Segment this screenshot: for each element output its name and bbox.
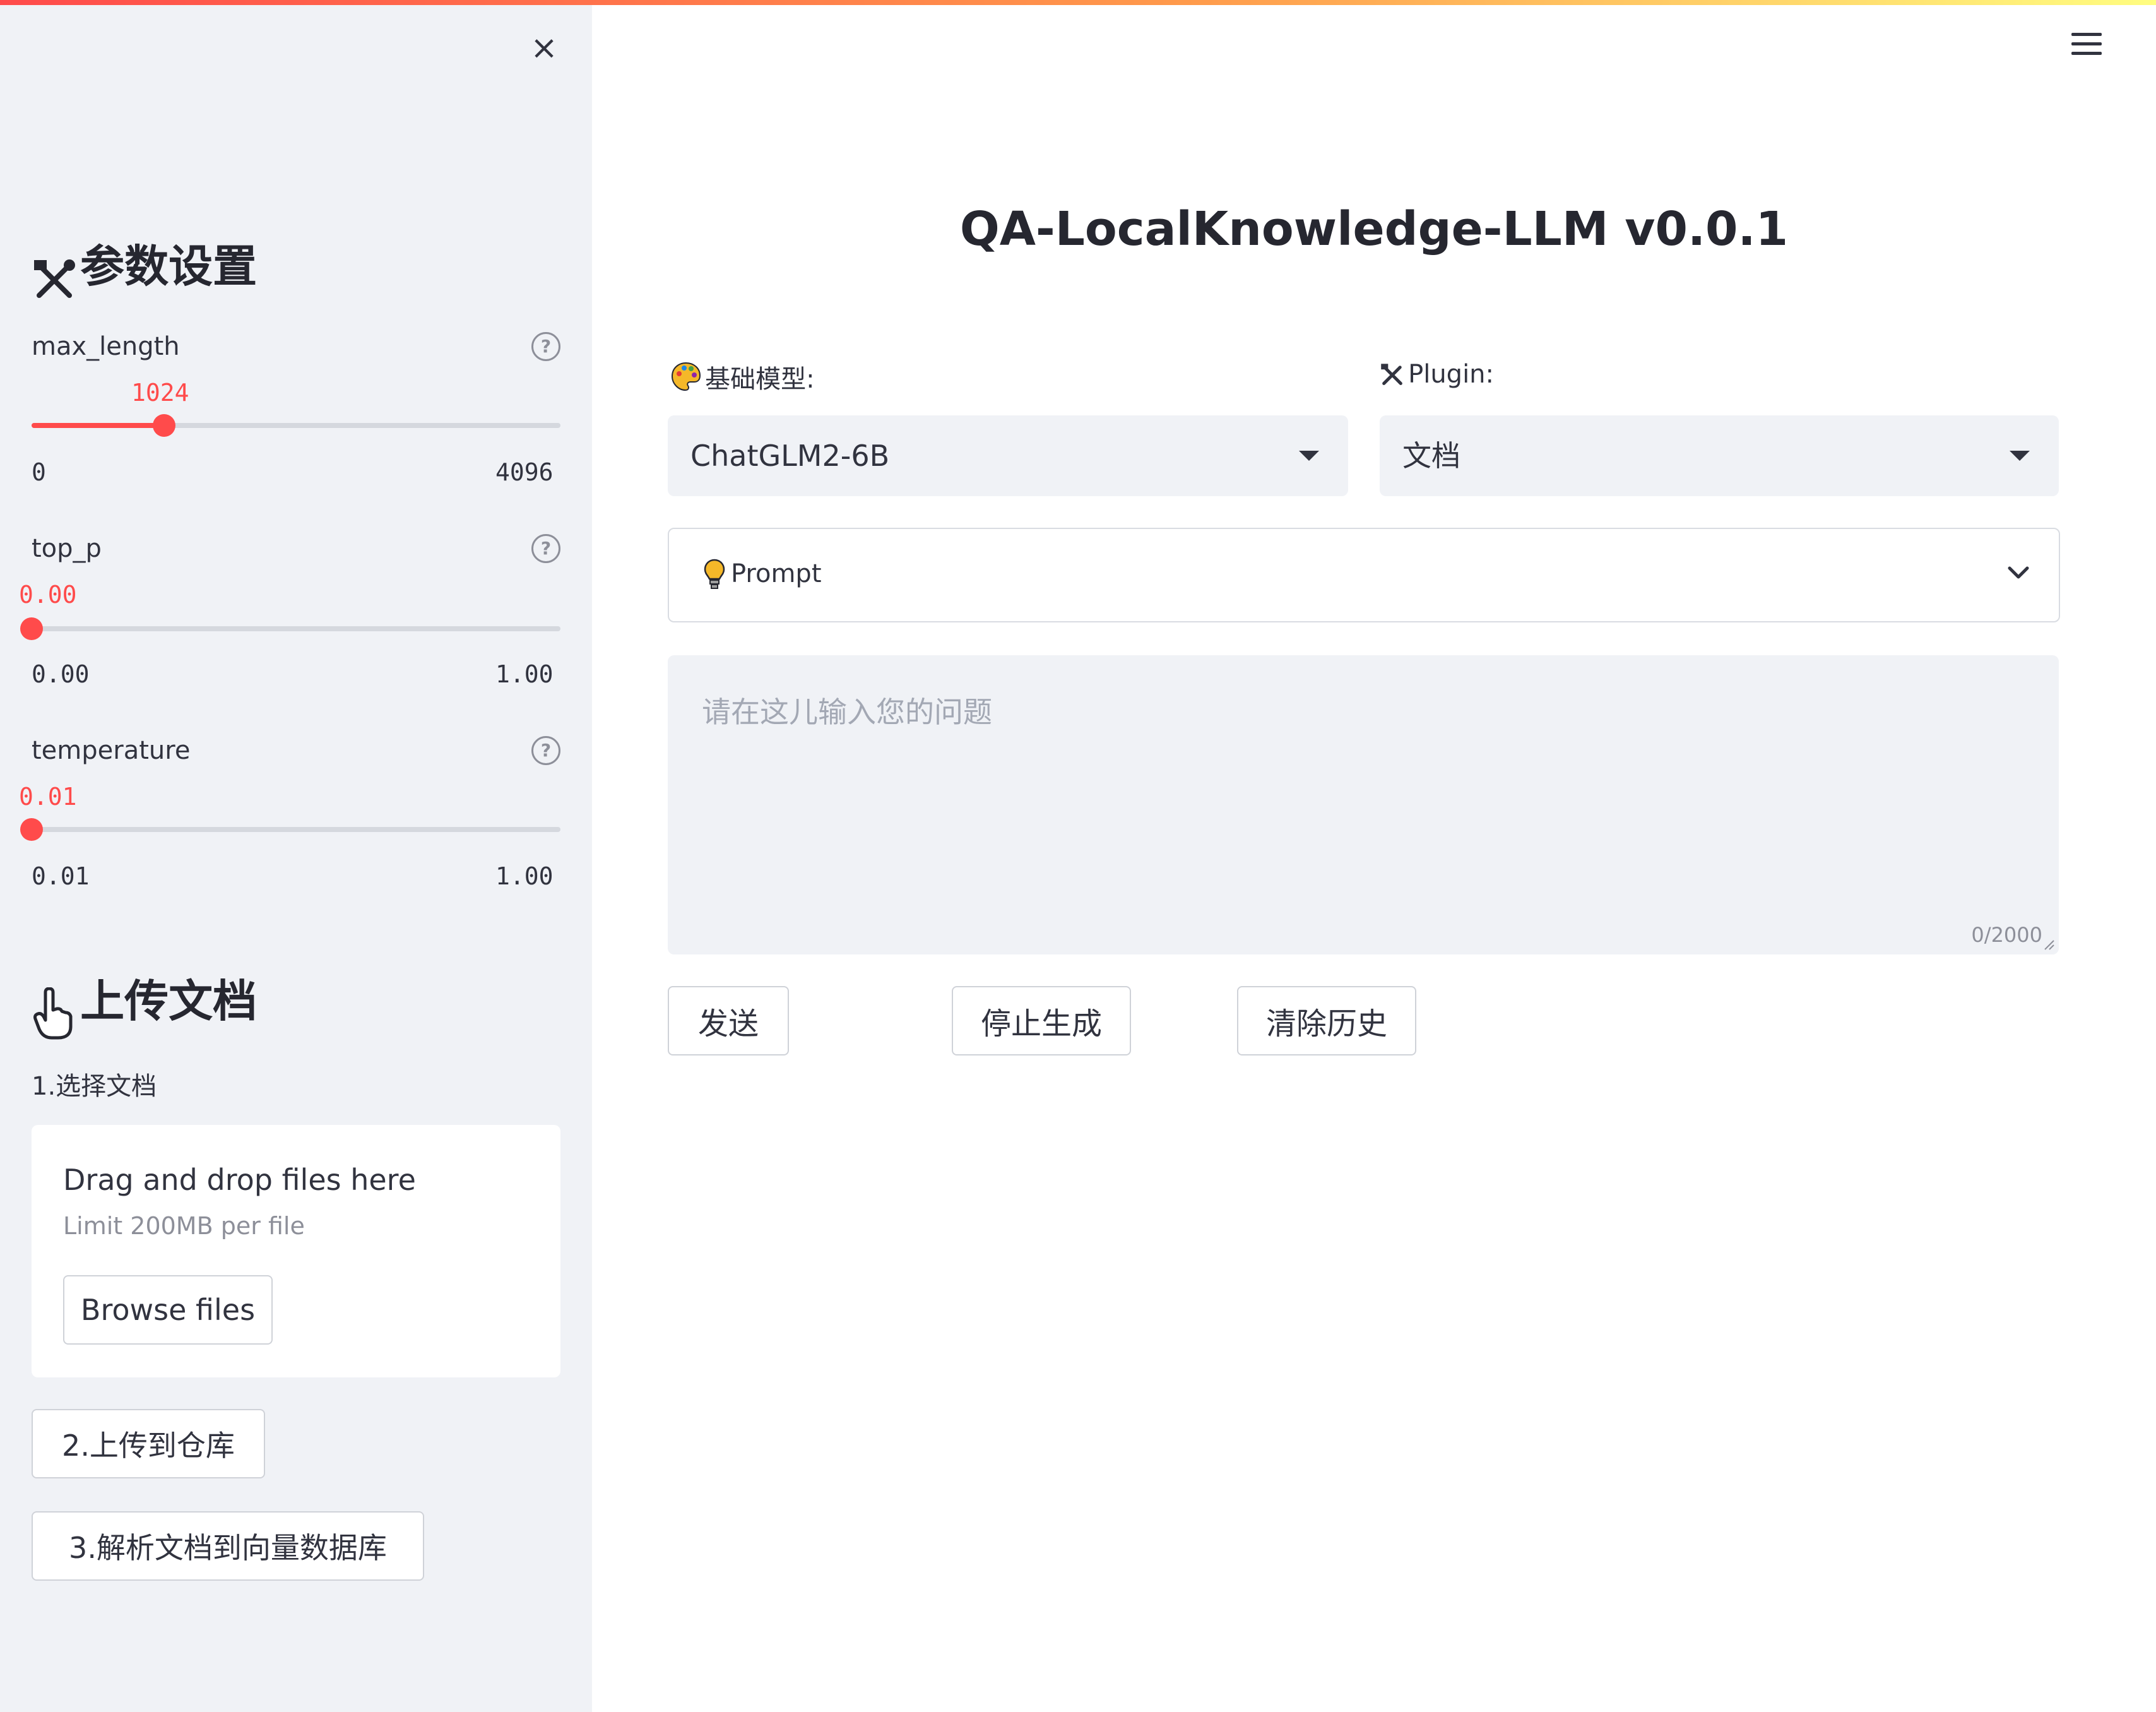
palette-icon bbox=[671, 362, 701, 391]
caret-down-icon bbox=[2010, 451, 2030, 461]
upload-to-repo-button[interactable]: 2.上传到仓库 bbox=[32, 1409, 265, 1478]
chevron-down-icon bbox=[2008, 566, 2029, 579]
dropzone-limit: Limit 200MB per file bbox=[63, 1212, 305, 1240]
model-select[interactable]: ChatGLM2-6B bbox=[668, 415, 1348, 496]
page-title: QA-LocalKnowledge-LLM v0.0.1 bbox=[959, 202, 1789, 256]
plugin-label: Plugin: bbox=[1380, 360, 1494, 389]
slider-max-temperature: 1.00 bbox=[495, 862, 554, 890]
slider-min-temperature: 0.01 bbox=[32, 862, 90, 890]
model-select-value: ChatGLM2-6B bbox=[690, 439, 890, 473]
slider-max-top-p: 1.00 bbox=[495, 660, 554, 688]
model-label-text: 基础模型: bbox=[705, 365, 815, 394]
params-heading-text: 参数设置 bbox=[80, 241, 258, 292]
slider-label-top-p: top_p bbox=[32, 534, 102, 563]
top-decoration-bar bbox=[0, 0, 2156, 5]
slider-label-temperature: temperature bbox=[32, 736, 191, 765]
question-input[interactable]: 请在这儿输入您的问题 0/2000 bbox=[668, 655, 2059, 954]
lightbulb-icon bbox=[704, 559, 725, 589]
slider-thumb-max-length[interactable] bbox=[153, 414, 175, 437]
plugin-select-value: 文档 bbox=[1402, 439, 1460, 473]
resize-handle-icon[interactable] bbox=[2042, 938, 2055, 951]
step1-label: 1.选择文档 bbox=[32, 1072, 157, 1101]
plugin-label-text: Plugin: bbox=[1408, 360, 1495, 389]
slider-track-temperature[interactable] bbox=[32, 827, 560, 832]
slider-label-max-length: max_length bbox=[32, 332, 180, 361]
prompt-expander-label: Prompt bbox=[731, 559, 822, 588]
tools-icon bbox=[34, 259, 75, 298]
slider-track-max-length[interactable] bbox=[32, 423, 560, 428]
browse-files-button[interactable]: Browse files bbox=[63, 1275, 273, 1345]
upload-heading: 上传文档 bbox=[32, 966, 257, 1040]
char-counter: 0/2000 bbox=[1971, 923, 2042, 947]
dropzone-title: Drag and drop files here bbox=[63, 1163, 416, 1197]
params-heading: 参数设置 bbox=[32, 231, 257, 302]
model-label: 基础模型: bbox=[670, 359, 815, 395]
parse-to-vector-db-button[interactable]: 3.解析文档到向量数据库 bbox=[32, 1511, 424, 1581]
help-icon[interactable]: ? bbox=[531, 736, 560, 765]
slider-max-max-length: 4096 bbox=[495, 458, 554, 486]
file-dropzone[interactable]: Drag and drop files here Limit 200MB per… bbox=[32, 1125, 560, 1377]
help-icon[interactable]: ? bbox=[531, 332, 560, 361]
slider-thumb-temperature[interactable] bbox=[20, 818, 43, 841]
question-input-placeholder: 请在这儿输入您的问题 bbox=[702, 695, 992, 729]
tools-icon bbox=[1381, 364, 1402, 385]
caret-down-icon bbox=[1299, 451, 1319, 461]
close-sidebar-icon[interactable]: × bbox=[529, 32, 559, 64]
stop-generation-button[interactable]: 停止生成 bbox=[952, 986, 1131, 1055]
pointing-hand-icon bbox=[33, 987, 73, 1039]
slider-track-top-p[interactable] bbox=[32, 626, 560, 631]
upload-heading-text: 上传文档 bbox=[80, 975, 258, 1027]
slider-value-top-p: 0.00 bbox=[19, 581, 77, 609]
slider-min-top-p: 0.00 bbox=[32, 660, 90, 688]
slider-value-temperature: 0.01 bbox=[19, 783, 77, 811]
plugin-select[interactable]: 文档 bbox=[1380, 415, 2059, 496]
prompt-expander[interactable]: Prompt bbox=[668, 528, 2060, 622]
send-button[interactable]: 发送 bbox=[668, 986, 789, 1055]
slider-thumb-top-p[interactable] bbox=[20, 617, 43, 640]
slider-value-max-length: 1024 bbox=[131, 379, 189, 407]
slider-min-max-length: 0 bbox=[32, 458, 46, 486]
help-icon[interactable]: ? bbox=[531, 534, 560, 563]
hamburger-menu-icon[interactable] bbox=[2070, 33, 2103, 61]
clear-history-button[interactable]: 清除历史 bbox=[1237, 986, 1416, 1055]
